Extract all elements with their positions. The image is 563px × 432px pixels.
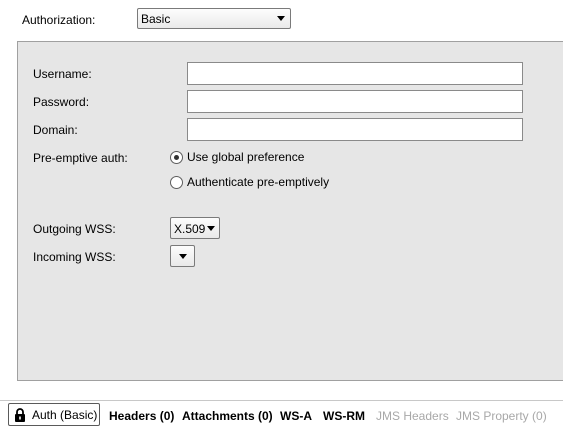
incoming-wss-select[interactable]: [170, 245, 195, 267]
tab-bar-divider: [0, 400, 563, 401]
radio-button-checked[interactable]: [170, 151, 183, 164]
radio-button-unchecked[interactable]: [170, 176, 183, 189]
lock-icon: [14, 408, 26, 425]
tab-headers[interactable]: Headers (0): [109, 409, 174, 423]
username-label: Username:: [33, 67, 92, 81]
tab-jms-headers[interactable]: JMS Headers: [376, 409, 449, 423]
tab-ws-a[interactable]: WS-A: [280, 409, 312, 423]
preemptive-auth-label: Pre-emptive auth:: [33, 151, 128, 165]
tab-auth[interactable]: Auth (Basic): [8, 403, 100, 426]
password-label: Password:: [33, 95, 90, 109]
outgoing-wss-value: X.509: [174, 222, 206, 236]
username-field[interactable]: [187, 62, 523, 85]
incoming-wss-label: Incoming WSS:: [33, 250, 116, 264]
radio-label-use-global-preference: Use global preference: [187, 150, 305, 164]
tab-jms-property[interactable]: JMS Property (0): [456, 409, 547, 423]
auth-settings-panel: Username: Password: Domain: Pre-emptive …: [17, 41, 563, 381]
radio-authenticate-preemptively[interactable]: Authenticate pre-emptively: [170, 175, 370, 193]
request-tab-bar: Auth (Basic) Headers (0) Attachments (0)…: [0, 400, 563, 432]
tab-auth-label: Auth (Basic): [32, 408, 98, 422]
chevron-down-icon: [207, 226, 215, 231]
authorization-label: Authorization:: [22, 13, 96, 27]
domain-label: Domain:: [33, 123, 78, 137]
radio-use-global-preference[interactable]: Use global preference: [170, 150, 370, 168]
outgoing-wss-select[interactable]: X.509: [170, 217, 220, 239]
outgoing-wss-label: Outgoing WSS:: [33, 222, 116, 236]
radio-label-authenticate-preemptively: Authenticate pre-emptively: [187, 175, 330, 189]
domain-field[interactable]: [187, 118, 523, 141]
tab-ws-rm[interactable]: WS-RM: [323, 409, 365, 423]
authorization-selected-value: Basic: [141, 12, 171, 26]
chevron-down-icon: [179, 254, 187, 259]
chevron-down-icon: [277, 16, 285, 21]
password-field[interactable]: [187, 90, 523, 113]
tab-attachments[interactable]: Attachments (0): [182, 409, 273, 423]
authorization-select[interactable]: Basic: [137, 8, 291, 29]
